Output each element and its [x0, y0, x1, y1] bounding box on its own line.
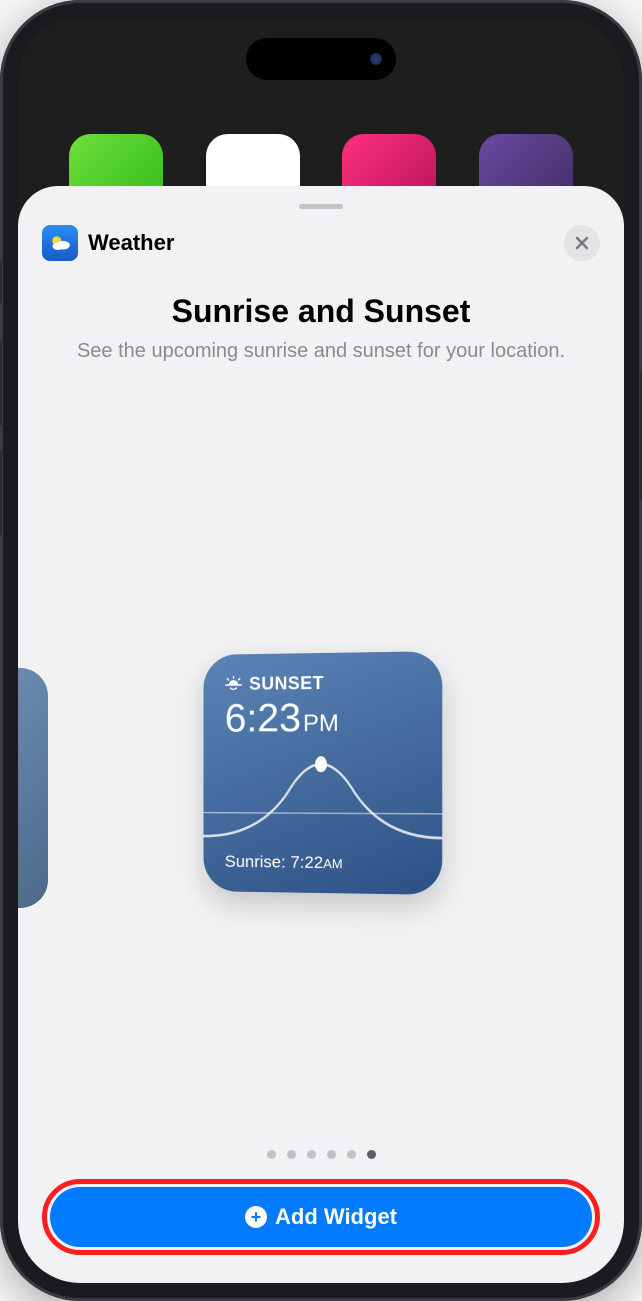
widget-title: Sunrise and Sunset [42, 293, 600, 330]
page-dot [287, 1150, 296, 1159]
add-widget-button[interactable]: + Add Widget [50, 1187, 592, 1247]
previous-widget-peek[interactable] [18, 668, 48, 908]
sheet-header: Weather [42, 225, 600, 261]
widget-preview-area[interactable]: SUNSET 6:23PM Sunrise: 7:22AM [42, 425, 600, 1150]
close-button[interactable] [564, 225, 600, 261]
widget-description: See the upcoming sunrise and sunset for … [42, 338, 600, 365]
widget-header-row: SUNSET [225, 671, 420, 694]
sunset-time-value: 6:23 [225, 696, 301, 741]
add-widget-highlight: + Add Widget [42, 1179, 600, 1255]
dynamic-island [246, 38, 396, 80]
sunset-time-ampm: PM [303, 709, 339, 737]
sunrise-prefix: Sunrise: [225, 851, 291, 871]
sheet-grabber[interactable] [299, 204, 343, 209]
sunrise-time-value: 7:22 [290, 852, 323, 871]
sheet-header-left: Weather [42, 225, 174, 261]
phone-screen: Weather Sunrise and Sunset See the upcom… [18, 18, 624, 1283]
sun-path-curve [203, 746, 442, 854]
sunset-time: 6:23PM [225, 695, 420, 741]
page-dot [307, 1150, 316, 1159]
widget-picker-sheet: Weather Sunrise and Sunset See the upcom… [18, 186, 624, 1283]
sunrise-line: Sunrise: 7:22AM [225, 851, 420, 873]
sunset-icon [225, 676, 242, 693]
volume-down-button [0, 450, 2, 536]
close-icon [575, 236, 589, 250]
sunset-label: SUNSET [249, 672, 324, 694]
page-dot [327, 1150, 336, 1159]
app-name-label: Weather [88, 230, 174, 256]
mute-switch [0, 260, 2, 304]
phone-frame: Weather Sunrise and Sunset See the upcom… [0, 0, 642, 1301]
sunrise-sunset-widget: SUNSET 6:23PM Sunrise: 7:22AM [203, 651, 442, 895]
page-dot [267, 1150, 276, 1159]
page-indicator[interactable] [42, 1150, 600, 1159]
weather-app-icon [42, 225, 78, 261]
page-dot-active [367, 1150, 376, 1159]
page-dot [347, 1150, 356, 1159]
sunrise-time-ampm: AM [323, 856, 342, 871]
add-widget-label: Add Widget [275, 1204, 397, 1230]
volume-up-button [0, 340, 2, 426]
plus-circle-icon: + [245, 1206, 267, 1228]
